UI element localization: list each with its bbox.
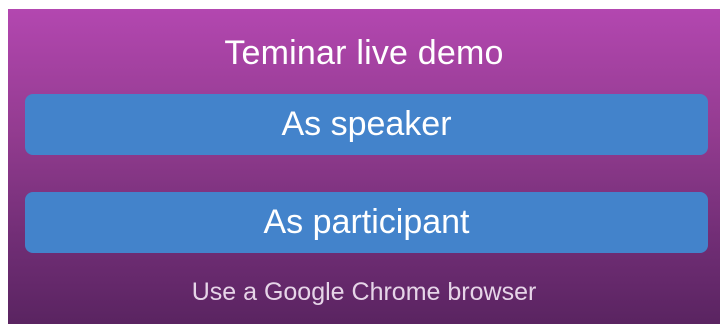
join-as-speaker-button[interactable]: As speaker — [25, 94, 708, 155]
page-title: Teminar live demo — [224, 34, 504, 72]
browser-hint: Use a Google Chrome browser — [191, 278, 537, 306]
demo-panel: Teminar live demo As speaker As particip… — [8, 9, 720, 324]
join-as-participant-button[interactable]: As participant — [25, 192, 708, 253]
page: Teminar live demo As speaker As particip… — [0, 0, 720, 324]
